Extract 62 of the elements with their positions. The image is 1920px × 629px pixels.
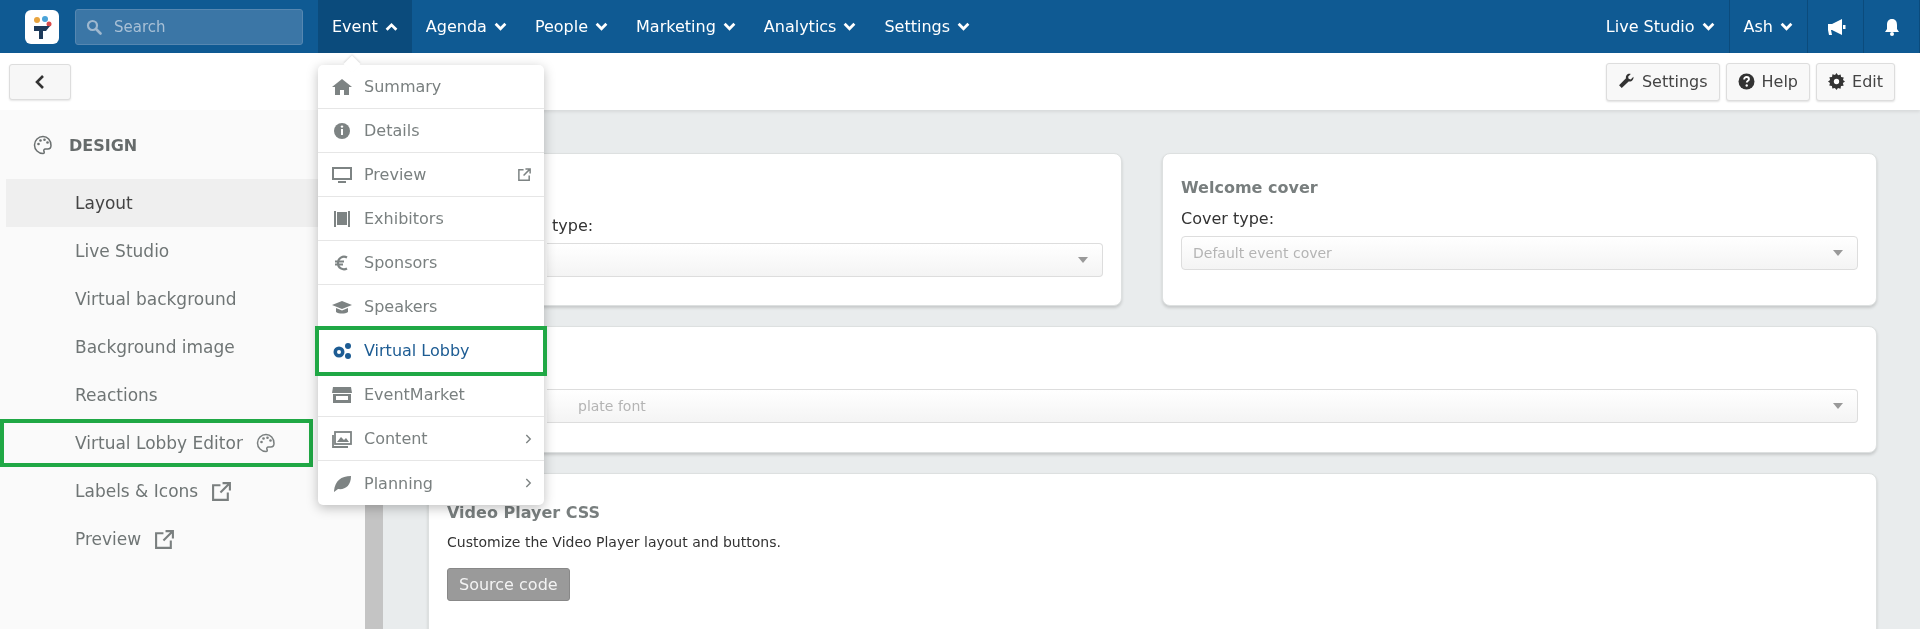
- wrench-icon: [1617, 73, 1635, 90]
- menu-item[interactable]: Details: [318, 109, 544, 153]
- info-icon: [331, 120, 353, 141]
- chevron-icon: [384, 22, 398, 31]
- toolbar-button[interactable]: Settings: [1605, 62, 1720, 101]
- chevron-icon: [957, 22, 971, 31]
- nav-menu[interactable]: Analytics: [749, 0, 871, 53]
- dropdown-arrow-icon: [1833, 403, 1843, 409]
- menu-item[interactable]: Sponsors: [318, 241, 544, 285]
- menu-item[interactable]: Virtual Lobby: [318, 329, 544, 373]
- card-description: Customize the Video Player layout and buttons.: [447, 534, 782, 550]
- menu-item[interactable]: Speakers: [318, 285, 544, 329]
- booth-icon: [331, 208, 353, 229]
- palette-icon: [33, 135, 53, 155]
- store-icon: [331, 384, 353, 405]
- section-heading: DESIGN: [69, 135, 138, 155]
- chevron-icon: [722, 22, 736, 31]
- nav-menu[interactable]: Agenda: [411, 0, 521, 53]
- menu-item[interactable]: Content: [318, 417, 544, 461]
- chevron-left-icon: [35, 73, 45, 90]
- dropdown-arrow-icon: [1078, 257, 1088, 263]
- help-icon: [1737, 73, 1755, 90]
- menu-item[interactable]: Preview: [318, 153, 544, 197]
- chevron-right-icon: [525, 477, 532, 489]
- logo-icon[interactable]: [25, 9, 59, 44]
- chevron-icon: [1701, 22, 1715, 31]
- dropdown-arrow-icon: [1833, 250, 1843, 256]
- nav-menu[interactable]: Event: [318, 0, 412, 53]
- sidebar-item[interactable]: Virtual Lobby Editor: [0, 419, 313, 467]
- chevron-icon: [493, 22, 507, 31]
- menu-item[interactable]: Exhibitors: [318, 197, 544, 241]
- field-label: Cover type:: [1181, 209, 1276, 228]
- menu-item[interactable]: Summary: [318, 65, 544, 109]
- sidebar-item[interactable]: Preview: [6, 515, 365, 563]
- nav-menu[interactable]: Marketing: [622, 0, 750, 53]
- search-icon: [86, 18, 102, 35]
- leaf-icon: [331, 473, 353, 493]
- chevron-icon: [595, 22, 609, 31]
- card-title: Welcome cover: [1181, 178, 1319, 197]
- toolbar-button[interactable]: Help: [1725, 62, 1810, 101]
- field-label: type:: [551, 216, 595, 235]
- chevron-right-icon: [525, 432, 532, 445]
- chevron-icon: [1780, 22, 1793, 31]
- card-title: Video Player CSS: [447, 503, 602, 522]
- search-field[interactable]: Search: [75, 8, 303, 45]
- megaphone-icon[interactable]: [1825, 17, 1846, 36]
- external-link-icon: [211, 480, 233, 502]
- nav-menu[interactable]: Settings: [870, 0, 985, 53]
- external-link-icon: [517, 167, 532, 182]
- toolbar-button[interactable]: Edit: [1816, 62, 1895, 101]
- source-code-button[interactable]: Source code: [447, 568, 570, 601]
- bell-icon[interactable]: [1883, 17, 1900, 36]
- palette-icon: [255, 433, 276, 453]
- gear-icon: [1828, 73, 1845, 90]
- images-icon: [331, 428, 353, 449]
- monitor-icon: [331, 164, 353, 185]
- chevron-icon: [843, 22, 857, 31]
- external-link-icon: [154, 528, 176, 550]
- house-icon: [331, 76, 353, 97]
- menu-item[interactable]: EventMarket: [318, 373, 544, 417]
- dropdown-field[interactable]: [547, 243, 1103, 277]
- nav-menu[interactable]: People: [520, 0, 623, 53]
